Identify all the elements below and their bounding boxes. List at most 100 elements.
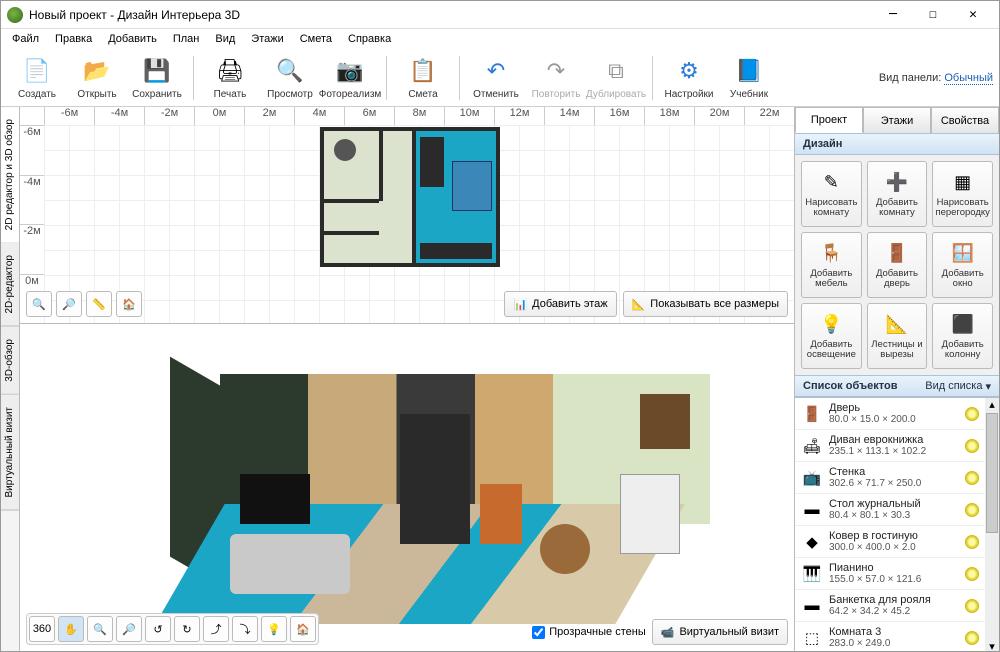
pane-3d[interactable]: 360 ✋ 🔍 🔎 ↺ ↻ ⤴ ⤵ 💡 🏠 Прозрачные стены 📹… bbox=[20, 324, 794, 651]
panel-mode-link[interactable]: Обычный bbox=[944, 72, 993, 85]
visibility-toggle[interactable] bbox=[965, 631, 979, 645]
reset-view-button[interactable]: 🏠 bbox=[290, 616, 316, 642]
camera-icon: 📷 bbox=[334, 55, 366, 87]
design-btn-0[interactable]: ✎Нарисоватькомнату bbox=[801, 161, 862, 227]
design-btn-5[interactable]: 🪟Добавитьокно bbox=[932, 232, 993, 298]
minimize-button[interactable]: ─ bbox=[873, 4, 913, 26]
orbit-right-button[interactable]: ↻ bbox=[174, 616, 200, 642]
list-view-toggle[interactable]: Вид списка ▾ bbox=[925, 380, 991, 393]
rotate360-button[interactable]: 360 bbox=[29, 616, 55, 642]
photorealism-button[interactable]: 📷Фотореализм bbox=[320, 51, 380, 105]
menu-estimate[interactable]: Смета bbox=[293, 31, 339, 47]
scroll-up-button[interactable]: ▴ bbox=[985, 398, 999, 412]
object-item[interactable]: ▬Банкетка для рояля64.2 × 34.2 × 45.2 bbox=[795, 590, 985, 622]
sidetab-virtual[interactable]: Виртуальный визит bbox=[1, 395, 19, 511]
scroll-down-button[interactable]: ▾ bbox=[985, 640, 999, 651]
zoom-out-3d-button[interactable]: 🔍 bbox=[87, 616, 113, 642]
home-button[interactable]: 🏠 bbox=[116, 291, 142, 317]
orbit-left-button[interactable]: ↺ bbox=[145, 616, 171, 642]
transparent-walls-checkbox[interactable]: Прозрачные стены bbox=[532, 626, 645, 639]
menu-view[interactable]: Вид bbox=[208, 31, 242, 47]
design-btn-7[interactable]: 📐Лестницы ивырезы bbox=[867, 303, 928, 369]
zoom-out-button[interactable]: 🔍 bbox=[26, 291, 52, 317]
scroll-thumb[interactable] bbox=[986, 413, 998, 533]
design-btn-4[interactable]: 🚪Добавитьдверь bbox=[867, 232, 928, 298]
create-button[interactable]: 📄Создать bbox=[7, 51, 67, 105]
visibility-toggle[interactable] bbox=[965, 407, 979, 421]
design-btn-6[interactable]: 💡Добавитьосвещение bbox=[801, 303, 862, 369]
clipboard-icon: 📋 bbox=[407, 55, 439, 87]
scrollbar[interactable]: ▴ ▾ bbox=[985, 398, 999, 651]
pan-button[interactable]: ✋ bbox=[58, 616, 84, 642]
tilt-down-button[interactable]: ⤵ bbox=[232, 616, 258, 642]
tutorial-button[interactable]: 📘Учебник bbox=[719, 51, 779, 105]
menu-add[interactable]: Добавить bbox=[101, 31, 164, 47]
camera-icon: 📹 bbox=[661, 626, 675, 639]
duplicate-button[interactable]: ⧉Дублировать bbox=[586, 51, 646, 105]
visibility-toggle[interactable] bbox=[965, 535, 979, 549]
sidetab-2d-3d[interactable]: 2D редактор и 3D обзор bbox=[1, 107, 19, 243]
object-item[interactable]: 🛋Диван еврокнижка235.1 × 113.1 × 102.2 bbox=[795, 430, 985, 462]
object-item[interactable]: ▬Стол журнальный80.4 × 80.1 × 30.3 bbox=[795, 494, 985, 526]
show-dims-button[interactable]: 📐Показывать все размеры bbox=[623, 291, 788, 317]
menu-file[interactable]: Файл bbox=[5, 31, 46, 47]
tab-project[interactable]: Проект bbox=[795, 107, 863, 133]
pane3d-tools: 360 ✋ 🔍 🔎 ↺ ↻ ⤴ ⤵ 💡 🏠 bbox=[26, 613, 319, 645]
tab-floors[interactable]: Этажи bbox=[863, 107, 931, 133]
estimate-button[interactable]: 📋Смета bbox=[393, 51, 453, 105]
object-item[interactable]: 🎹Пианино155.0 × 57.0 × 121.6 bbox=[795, 558, 985, 590]
bulb-icon: 💡 bbox=[267, 623, 281, 636]
pane2d-tools: 🔍 🔎 📏 🏠 bbox=[26, 291, 142, 317]
object-icon: 🚪 bbox=[801, 403, 823, 425]
open-button[interactable]: 📂Открыть bbox=[67, 51, 127, 105]
zoom-in-3d-button[interactable]: 🔎 bbox=[116, 616, 142, 642]
object-item[interactable]: ⬚Комната 3283.0 × 249.0 bbox=[795, 622, 985, 651]
sidetab-3d[interactable]: 3D-обзор bbox=[1, 327, 19, 395]
menu-plan[interactable]: План bbox=[166, 31, 207, 47]
sidetab-2d[interactable]: 2D-редактор bbox=[1, 243, 19, 327]
settings-button[interactable]: ⚙Настройки bbox=[659, 51, 719, 105]
design-btn-3[interactable]: 🪑Добавитьмебель bbox=[801, 232, 862, 298]
close-button[interactable]: ✕ bbox=[953, 4, 993, 26]
preview-button[interactable]: 🔍Просмотр bbox=[260, 51, 320, 105]
floorplan[interactable] bbox=[320, 127, 500, 267]
design-btn-2[interactable]: ▦Нарисоватьперегородку bbox=[932, 161, 993, 227]
visibility-toggle[interactable] bbox=[965, 471, 979, 485]
virtual-visit-button[interactable]: 📹Виртуальный визит bbox=[652, 619, 788, 645]
menubar: Файл Правка Добавить План Вид Этажи Смет… bbox=[1, 29, 999, 49]
visibility-toggle[interactable] bbox=[965, 439, 979, 453]
menu-help[interactable]: Справка bbox=[341, 31, 398, 47]
menu-edit[interactable]: Правка bbox=[48, 31, 99, 47]
visibility-toggle[interactable] bbox=[965, 567, 979, 581]
gear-icon: ⚙ bbox=[673, 55, 705, 87]
object-item[interactable]: 📺Стенка302.6 × 71.7 × 250.0 bbox=[795, 462, 985, 494]
print-button[interactable]: 🖨Печать bbox=[200, 51, 260, 105]
design-icon: 🚪 bbox=[884, 241, 910, 267]
menu-floors[interactable]: Этажи bbox=[244, 31, 290, 47]
visibility-toggle[interactable] bbox=[965, 599, 979, 613]
light-button[interactable]: 💡 bbox=[261, 616, 287, 642]
design-icon: ✎ bbox=[818, 170, 844, 196]
dims-icon: 📐 bbox=[632, 298, 646, 311]
tilt-down-icon: ⤵ bbox=[240, 621, 251, 637]
maximize-button[interactable]: ☐ bbox=[913, 4, 953, 26]
pane-2d[interactable]: -6м-4м-2м0м2м4м6м8м10м12м14м16м18м20м22м… bbox=[20, 107, 794, 324]
room-3d-view[interactable] bbox=[140, 354, 700, 624]
design-btn-1[interactable]: ➕Добавитькомнату bbox=[867, 161, 928, 227]
redo-button[interactable]: ↷Повторить bbox=[526, 51, 586, 105]
right-tabs: Проект Этажи Свойства bbox=[795, 107, 999, 133]
design-icon: 💡 bbox=[818, 312, 844, 338]
object-item[interactable]: ◆Ковер в гостиную300.0 × 400.0 × 2.0 bbox=[795, 526, 985, 558]
design-btn-8[interactable]: ⬛Добавитьколонну bbox=[932, 303, 993, 369]
undo-button[interactable]: ↶Отменить bbox=[466, 51, 526, 105]
measure-button[interactable]: 📏 bbox=[86, 291, 112, 317]
save-button[interactable]: 💾Сохранить bbox=[127, 51, 187, 105]
object-item[interactable]: 🚪Дверь80.0 × 15.0 × 200.0 bbox=[795, 398, 985, 430]
tab-properties[interactable]: Свойства bbox=[931, 107, 999, 133]
zoom-in-button[interactable]: 🔎 bbox=[56, 291, 82, 317]
ruler-horizontal: -6м-4м-2м0м2м4м6м8м10м12м14м16м18м20м22м bbox=[20, 107, 794, 125]
tilt-up-button[interactable]: ⤴ bbox=[203, 616, 229, 642]
visibility-toggle[interactable] bbox=[965, 503, 979, 517]
pane3d-right-controls: Прозрачные стены 📹Виртуальный визит bbox=[532, 619, 788, 645]
add-floor-button[interactable]: 📊Добавить этаж bbox=[504, 291, 616, 317]
